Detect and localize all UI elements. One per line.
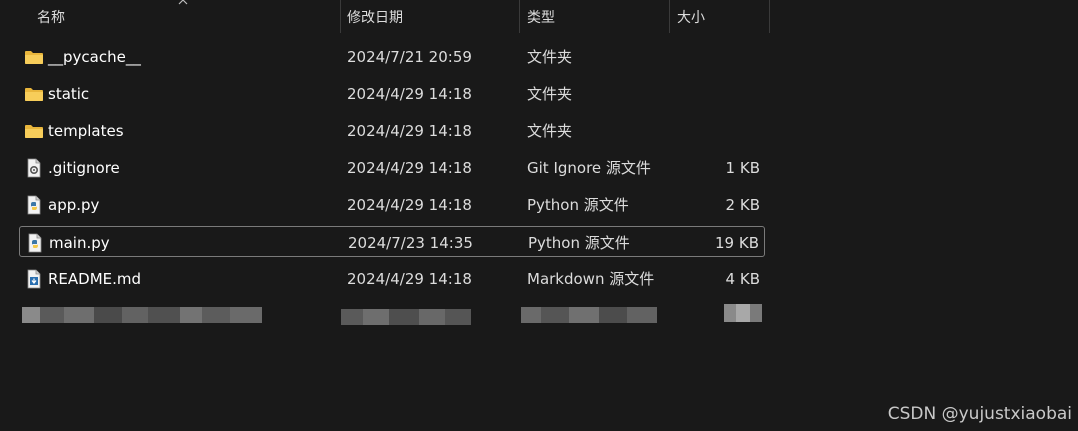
python-file-icon <box>24 227 46 258</box>
file-date: 2024/4/29 14:18 <box>347 269 472 288</box>
file-size: 1 KB <box>725 158 760 177</box>
sort-ascending-icon <box>178 0 188 5</box>
column-date-label: 修改日期 <box>347 9 403 26</box>
gear-file-icon <box>23 152 45 183</box>
column-name-label: 名称 <box>37 9 65 26</box>
file-date: 2024/4/29 14:18 <box>347 84 472 103</box>
file-size: 2 KB <box>725 195 760 214</box>
file-size: 19 KB <box>715 233 759 252</box>
redacted-type <box>521 307 657 323</box>
column-size-header[interactable]: 大小 <box>677 0 705 33</box>
folder-icon <box>23 115 45 146</box>
file-date: 2024/4/29 14:18 <box>347 195 472 214</box>
file-name: README.md <box>48 269 142 288</box>
column-type-label: 类型 <box>527 9 555 26</box>
column-divider[interactable] <box>769 0 770 33</box>
file-name: static <box>48 84 90 103</box>
file-row[interactable]: .gitignore 2024/4/29 14:18 Git Ignore 源文… <box>19 152 765 183</box>
column-date-header[interactable]: 修改日期 <box>347 0 403 33</box>
redacted-date <box>341 309 471 325</box>
markdown-file-icon <box>23 263 45 294</box>
file-type: Git Ignore 源文件 <box>527 159 651 177</box>
file-type: 文件夹 <box>527 48 573 66</box>
column-divider[interactable] <box>519 0 520 33</box>
column-divider[interactable] <box>340 0 341 33</box>
column-divider[interactable] <box>669 0 670 33</box>
file-name: .gitignore <box>48 158 120 177</box>
file-date: 2024/7/21 20:59 <box>347 47 472 66</box>
file-name: templates <box>48 121 124 140</box>
file-row[interactable]: app.py 2024/4/29 14:18 Python 源文件 2 KB <box>19 189 765 220</box>
file-name: app.py <box>48 195 100 214</box>
file-date: 2024/4/29 14:18 <box>347 121 472 140</box>
watermark: CSDN @yujustxiaobai <box>887 404 1072 424</box>
file-date: 2024/7/23 14:35 <box>348 233 473 252</box>
file-row-selected[interactable]: main.py 2024/7/23 14:35 Python 源文件 19 KB <box>19 226 765 257</box>
file-row[interactable]: README.md 2024/4/29 14:18 Markdown 源文件 4… <box>19 263 765 294</box>
folder-icon <box>23 78 45 109</box>
file-date: 2024/4/29 14:18 <box>347 158 472 177</box>
file-type: 文件夹 <box>527 85 573 103</box>
file-name: __pycache__ <box>48 47 141 66</box>
file-type: 文件夹 <box>527 122 573 140</box>
file-name: main.py <box>49 233 110 252</box>
column-header: 名称 修改日期 类型 大小 <box>0 0 1078 33</box>
folder-icon <box>23 41 45 72</box>
column-type-header[interactable]: 类型 <box>527 0 555 33</box>
redacted-name <box>22 307 262 323</box>
file-row[interactable]: __pycache__ 2024/7/21 20:59 文件夹 <box>19 41 765 72</box>
file-row[interactable]: templates 2024/4/29 14:18 文件夹 <box>19 115 765 146</box>
file-row[interactable]: static 2024/4/29 14:18 文件夹 <box>19 78 765 109</box>
file-type: Python 源文件 <box>527 196 629 214</box>
column-name-header[interactable]: 名称 <box>37 0 65 33</box>
redacted-size <box>724 304 762 322</box>
column-size-label: 大小 <box>677 9 705 26</box>
file-type: Markdown 源文件 <box>527 270 655 288</box>
file-type: Python 源文件 <box>528 234 630 252</box>
file-size: 4 KB <box>725 269 760 288</box>
file-explorer: 名称 修改日期 类型 大小 __pycache__ 2024/7/21 20:5… <box>0 0 1078 431</box>
python-file-icon <box>23 189 45 220</box>
